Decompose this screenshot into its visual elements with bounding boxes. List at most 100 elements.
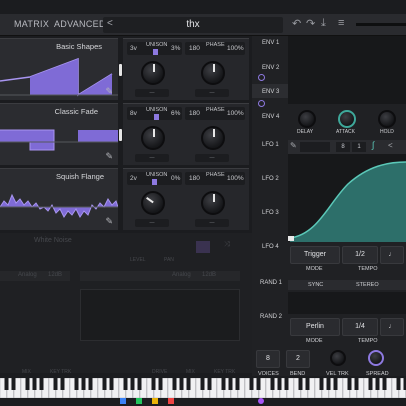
black-key[interactable] — [382, 378, 387, 390]
black-key[interactable] — [81, 378, 86, 390]
osc-pan-field[interactable]: — — [195, 89, 229, 97]
black-key[interactable] — [277, 378, 282, 390]
lfo-rate-b[interactable]: 1 — [352, 142, 366, 152]
osc-pan-knob[interactable] — [201, 126, 225, 150]
wave-panel-3[interactable]: Squish Flange ✎ — [0, 168, 118, 230]
noise-name[interactable]: White Noise — [34, 237, 72, 244]
rand-mode-value[interactable]: Perlin — [290, 318, 340, 336]
tab-lfo-2[interactable]: LFO 2 — [262, 176, 279, 182]
osc-level-field[interactable]: — — [135, 219, 169, 227]
rand-sync[interactable]: SYNC — [308, 282, 323, 288]
phase-box[interactable]: 180 PHASE 100% — [185, 172, 245, 185]
lfo-prev-icon[interactable]: < — [388, 141, 393, 150]
black-key[interactable] — [319, 378, 324, 390]
redo-icon[interactable]: ↷ — [306, 17, 315, 30]
black-key[interactable] — [305, 378, 310, 390]
tab-advanced[interactable]: ADVANCED — [54, 19, 106, 29]
undo-icon[interactable]: ↶ — [292, 17, 301, 30]
taskbar-icon[interactable] — [120, 398, 126, 404]
black-key[interactable] — [249, 378, 254, 390]
taskbar-icon[interactable] — [152, 398, 158, 404]
envelope-graph[interactable] — [288, 36, 406, 104]
bend-value[interactable]: 2 — [286, 350, 310, 368]
lfo-rate-a[interactable]: 8 — [336, 142, 350, 152]
black-key[interactable] — [228, 378, 233, 390]
taskbar-icon[interactable] — [258, 398, 264, 404]
black-key[interactable] — [326, 378, 331, 390]
voices-value[interactable]: 8 — [256, 350, 280, 368]
black-key[interactable] — [137, 378, 142, 390]
lfo-pencil-icon[interactable]: ✎ — [290, 141, 297, 150]
black-key[interactable] — [109, 378, 114, 390]
black-key[interactable] — [4, 378, 9, 390]
black-key[interactable] — [375, 378, 380, 390]
edit-wave-icon[interactable]: ✎ — [105, 151, 113, 162]
unison-box[interactable]: 3v UNISON 3% — [127, 42, 182, 55]
lfo-graph[interactable] — [288, 154, 406, 242]
osc-level-handle[interactable] — [119, 129, 122, 141]
piano-keys[interactable] — [0, 377, 406, 399]
phase-box[interactable]: 180 PHASE 100% — [185, 42, 245, 55]
osc-level-handle[interactable] — [119, 64, 122, 76]
wave-name[interactable]: Squish Flange — [56, 172, 104, 181]
black-key[interactable] — [186, 378, 191, 390]
black-key[interactable] — [60, 378, 65, 390]
osc-level-field[interactable]: — — [135, 89, 169, 97]
lfo-tempo-value[interactable]: 1/2 — [342, 246, 378, 264]
black-key[interactable] — [102, 378, 107, 390]
rand-note-icon[interactable]: ♩ — [380, 318, 404, 336]
attack-knob[interactable] — [338, 110, 356, 128]
black-key[interactable] — [354, 378, 359, 390]
delay-knob[interactable] — [298, 110, 316, 128]
vel-trk-knob[interactable] — [330, 350, 346, 366]
unison-box[interactable]: 2v UNISON 0% — [127, 172, 182, 185]
black-key[interactable] — [347, 378, 352, 390]
black-key[interactable] — [74, 378, 79, 390]
taskbar-icon[interactable] — [136, 398, 142, 404]
wave-name[interactable]: Classic Fade — [55, 107, 98, 116]
edit-wave-icon[interactable]: ✎ — [105, 86, 113, 97]
black-key[interactable] — [25, 378, 30, 390]
osc-pan-field[interactable]: — — [195, 219, 229, 227]
black-key[interactable] — [130, 378, 135, 390]
phase-box[interactable]: 180 PHASE 100% — [185, 107, 245, 120]
osc-pan-field[interactable]: — — [195, 154, 229, 162]
rand-tempo-value[interactable]: 1/4 — [342, 318, 378, 336]
tab-env-2[interactable]: ENV 2 — [262, 65, 279, 71]
black-key[interactable] — [39, 378, 44, 390]
black-key[interactable] — [298, 378, 303, 390]
keyboard-icon[interactable] — [196, 241, 210, 253]
tab-env-4[interactable]: ENV 4 — [262, 114, 279, 120]
black-key[interactable] — [53, 378, 58, 390]
shuffle-icon[interactable]: ⤨ — [224, 241, 230, 249]
lfo-mode-value[interactable]: Trigger — [290, 246, 340, 264]
wave-panel-2[interactable]: Classic Fade ✎ — [0, 103, 118, 165]
wave-name[interactable]: Basic Shapes — [56, 42, 102, 51]
black-key[interactable] — [284, 378, 289, 390]
tab-env-3-label[interactable]: ENV 3 — [262, 89, 279, 95]
osc-pan-knob[interactable] — [201, 191, 225, 215]
tab-rand-2[interactable]: RAND 2 — [260, 314, 282, 320]
black-key[interactable] — [207, 378, 212, 390]
hold-knob[interactable] — [378, 110, 396, 128]
tab-env-1[interactable]: ENV 1 — [262, 40, 279, 46]
lfo-smooth-icon[interactable]: ∫ — [372, 140, 374, 150]
black-key[interactable] — [158, 378, 163, 390]
black-key[interactable] — [88, 378, 93, 390]
menu-icon[interactable]: ≡ — [338, 17, 344, 29]
edit-wave-icon[interactable]: ✎ — [105, 216, 113, 227]
taskbar-icon[interactable] — [168, 398, 174, 404]
preset-selector[interactable]: < thx — [103, 17, 283, 33]
tab-lfo-1[interactable]: LFO 1 — [262, 142, 279, 148]
black-key[interactable] — [270, 378, 275, 390]
black-key[interactable] — [172, 378, 177, 390]
black-key[interactable] — [235, 378, 240, 390]
black-key[interactable] — [123, 378, 128, 390]
tab-rand-1[interactable]: RAND 1 — [260, 280, 282, 286]
lfo-note-icon[interactable]: ♩ — [380, 246, 404, 264]
env-2-mod-icon[interactable] — [258, 74, 265, 81]
black-key[interactable] — [256, 378, 261, 390]
spread-knob[interactable] — [368, 350, 384, 366]
osc-level-knob[interactable] — [141, 126, 165, 150]
wave-panel-1[interactable]: Basic Shapes ✎ — [0, 38, 118, 100]
